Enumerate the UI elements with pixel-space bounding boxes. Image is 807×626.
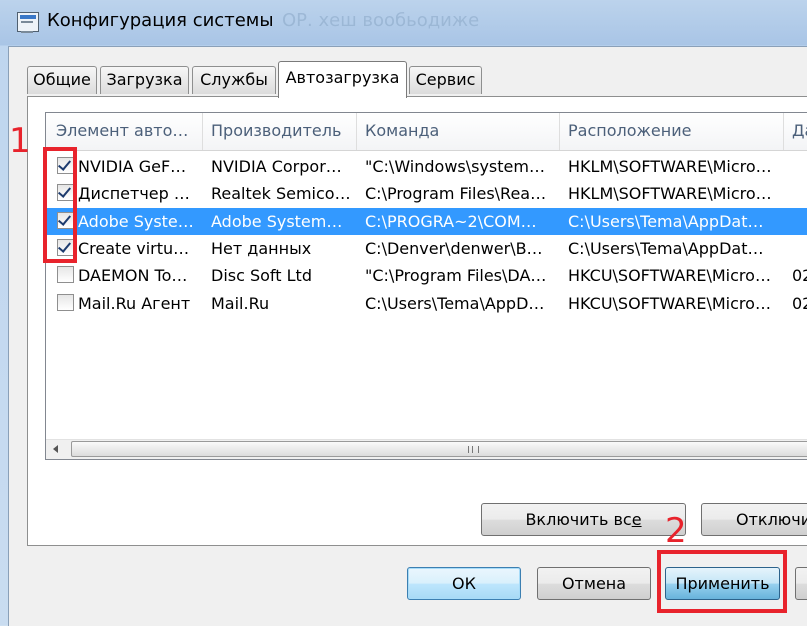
cell-command: C:\PROGRA~2\COM… xyxy=(365,211,537,231)
column-location[interactable]: Расположение xyxy=(560,113,784,150)
annotation-number-1: 1 xyxy=(9,121,31,161)
background-window-title: ОР. хеш вообьодиже xyxy=(282,10,480,31)
cell-manufacturer: Нет данных xyxy=(211,238,312,258)
column-manufacturer[interactable]: Производитель xyxy=(203,113,357,150)
tab-boot[interactable]: Загрузка xyxy=(100,66,189,94)
scroll-thumb[interactable] xyxy=(71,441,807,457)
cell-date xyxy=(784,235,807,262)
cell-location: HKCU\SOFTWARE\Micro… xyxy=(568,266,771,286)
tab-general[interactable]: Общие xyxy=(27,66,97,94)
table-row[interactable]: Create virtu… Нет данных C:\Denver\denwer\… xyxy=(46,235,807,262)
cell-command: "C:\Windows\system… xyxy=(365,157,545,176)
cell-manufacturer: Realtek Semico… xyxy=(211,184,351,204)
table-row[interactable]: Диспетчер … Realtek Semico… C:\Program Fil… xyxy=(46,180,807,207)
cell-item: Mail.Ru Агент xyxy=(78,293,191,313)
table-row[interactable]: NVIDIA GeF… NVIDIA Corpor… "C:\Windows\sys… xyxy=(46,153,807,180)
table-row[interactable]: Mail.Ru Агент Mail.Ru C:\Users\Tema\AppD… H… xyxy=(46,290,807,317)
cell-date: 02 xyxy=(792,266,807,286)
cell-item: NVIDIA GeF… xyxy=(78,157,187,176)
cell-manufacturer: Disc Soft Ltd xyxy=(211,266,312,286)
startup-list[interactable]: Элемент авто… Производитель Команда Расп… xyxy=(45,112,807,460)
horizontal-scrollbar[interactable] xyxy=(46,439,807,459)
table-row[interactable]: Adobe Syste… Adobe System… C:\PROGRA~2\COM… xyxy=(46,207,807,235)
cell-manufacturer: Adobe System… xyxy=(211,211,343,231)
cancel-button[interactable]: Отмена xyxy=(537,567,651,600)
startup-checkbox[interactable] xyxy=(57,266,74,284)
cell-item: DAEMON To… xyxy=(78,266,188,286)
table-row[interactable]: DAEMON To… Disc Soft Ltd "C:\Program Files… xyxy=(46,262,807,289)
cell-item: Adobe Syste… xyxy=(78,211,194,231)
cell-location: HKLM\SOFTWARE\Micro… xyxy=(568,157,772,176)
ok-button[interactable]: ОК xyxy=(407,567,521,600)
cell-date xyxy=(784,153,807,180)
annotation-number-2: 2 xyxy=(665,511,687,551)
scroll-left-arrow-icon[interactable] xyxy=(53,445,58,453)
dialog-client-area: Общие Загрузка Службы Автозагрузка Серви… xyxy=(8,46,807,626)
cell-command: C:\Users\Tema\AppD… xyxy=(365,293,545,313)
startup-panel: Элемент авто… Производитель Команда Расп… xyxy=(27,96,807,546)
cell-location: HKCU\SOFTWARE\Micro… xyxy=(568,293,771,313)
tab-services[interactable]: Службы xyxy=(192,66,276,94)
help-button-partial[interactable] xyxy=(795,567,807,600)
column-command[interactable]: Команда xyxy=(357,113,560,150)
cell-date xyxy=(784,180,807,207)
cell-date: 02 xyxy=(792,293,807,313)
annotation-box-checkboxes xyxy=(43,147,77,263)
cell-manufacturer: Mail.Ru xyxy=(211,293,270,313)
column-date[interactable]: Да xyxy=(784,113,807,150)
column-startup-item[interactable]: Элемент авто… xyxy=(46,113,203,150)
disable-all-button[interactable]: Отключить все xyxy=(701,503,807,536)
tab-tools[interactable]: Сервис xyxy=(409,66,482,94)
cell-location: C:\Users\Tema\AppDat… xyxy=(568,211,764,231)
list-header: Элемент авто… Производитель Команда Расп… xyxy=(46,113,807,151)
annotation-box-apply xyxy=(657,550,787,613)
system-config-icon xyxy=(17,12,39,33)
enable-all-button[interactable]: Включить все xyxy=(481,503,686,536)
tab-startup[interactable]: Автозагрузка xyxy=(278,61,407,98)
cell-manufacturer: NVIDIA Corpor… xyxy=(211,157,342,176)
scroll-grip-icon xyxy=(468,446,479,453)
cell-command: C:\Denver\denwer\B… xyxy=(365,238,543,258)
cell-command: "C:\Program Files\DA… xyxy=(365,266,547,286)
cell-date xyxy=(784,208,807,235)
cell-command: C:\Program Files\Rea… xyxy=(365,184,547,204)
title-bar[interactable]: Конфигурация системы ОР. хеш вообьодиже xyxy=(0,0,807,46)
cell-location: C:\Users\Tema\AppDat… xyxy=(568,238,764,258)
cell-item: Create virtu… xyxy=(78,238,190,258)
cell-item: Диспетчер … xyxy=(78,184,190,204)
startup-checkbox[interactable] xyxy=(57,293,74,311)
cell-location: HKLM\SOFTWARE\Micro… xyxy=(568,184,772,204)
window-title: Конфигурация системы xyxy=(47,10,274,31)
